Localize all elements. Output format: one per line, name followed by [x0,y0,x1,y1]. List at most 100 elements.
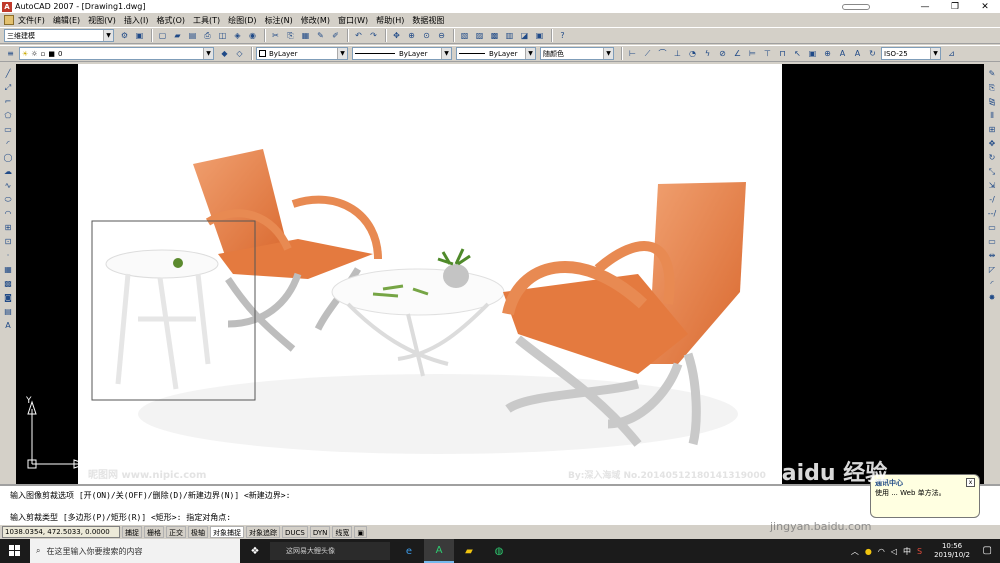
polygon-icon[interactable]: ⬠ [2,110,14,122]
polyline-icon[interactable]: ⌐ [2,96,14,108]
taskview-icon[interactable]: ❖ [240,539,270,563]
erase-icon[interactable]: ✎ [986,68,998,80]
multiline-text-icon[interactable]: A [2,320,14,332]
menu-insert[interactable]: 插入(I) [124,15,149,26]
tool-palettes-icon[interactable]: ▩ [488,29,501,42]
linear-dimension-icon[interactable]: ⊢ [626,47,639,60]
wifi-icon[interactable]: ◠ [878,547,885,556]
layer-manager-icon[interactable]: ≡ [4,47,17,60]
circle-icon[interactable]: ◯ [2,152,14,164]
document-icon[interactable] [4,15,14,25]
workspace-save-icon[interactable]: ▣ [133,29,146,42]
properties-icon[interactable]: ▧ [458,29,471,42]
lineweight-toggle[interactable]: 线宽 [332,526,353,538]
break-icon[interactable]: ▭ [986,236,998,248]
arc-length-icon[interactable]: ⌒ [656,47,669,60]
block-editor-icon[interactable]: ✐ [329,29,342,42]
array-icon[interactable]: ⊞ [986,124,998,136]
point-icon[interactable]: · [2,250,14,262]
menu-dataview[interactable]: 数据视图 [412,15,444,26]
angular-dimension-icon[interactable]: ∠ [731,47,744,60]
paste-icon[interactable]: ▦ [299,29,312,42]
model-space-icon[interactable]: ▣ [354,526,368,538]
snap-toggle[interactable]: 捕捉 [122,526,142,538]
baseline-dimension-icon[interactable]: ⊤ [761,47,774,60]
center-mark-icon[interactable]: ⊕ [821,47,834,60]
hatch-icon[interactable]: ▦ [2,264,14,276]
jogged-dimension-icon[interactable]: ϟ [701,47,714,60]
make-block-icon[interactable]: ⊡ [2,236,14,248]
layer-previous-icon[interactable]: ◇ [233,47,246,60]
chevron-up-icon[interactable]: ︿ [851,546,859,557]
start-button[interactable] [0,539,30,563]
break-at-point-icon[interactable]: ▭ [986,222,998,234]
publish-icon[interactable]: ◈ [231,29,244,42]
aligned-dimension-icon[interactable]: ⟋ [641,47,654,60]
volume-icon[interactable]: ◁ [891,547,897,556]
grid-toggle[interactable]: 栅格 [144,526,164,538]
security-icon[interactable]: ● [865,547,872,556]
zoom-realtime-icon[interactable]: ⊕ [405,29,418,42]
radius-dimension-icon[interactable]: ◔ [686,47,699,60]
autocad-app-icon[interactable]: A [2,1,12,12]
command-prompt-line[interactable]: 输入剪裁类型 [多边形(P)/矩形(R)] <矩形>: 指定对角点: [10,512,231,523]
ellipse-arc-icon[interactable]: ◠ [2,208,14,220]
maximize-button[interactable]: ❐ [940,2,970,12]
taskbar-ie-window[interactable]: 这网易大鲤头像 [270,542,390,560]
menu-view[interactable]: 视图(V) [88,15,116,26]
construction-line-icon[interactable]: ⤢ [2,82,14,94]
help-icon[interactable]: ? [556,29,569,42]
stretch-icon[interactable]: ⇲ [986,180,998,192]
rotate-icon[interactable]: ↻ [986,152,998,164]
copy-icon[interactable]: ⎘ [284,29,297,42]
polar-toggle[interactable]: 极轴 [188,526,208,538]
tolerance-icon[interactable]: ▣ [806,47,819,60]
trim-icon[interactable]: -/ [986,194,998,206]
scale-icon[interactable]: ⤡ [986,166,998,178]
inserted-raster-image[interactable]: 昵图网 www.nipic.com By:深入海域 No.20140512180… [78,64,782,484]
lineweight-control-select[interactable]: ByLayer ▼ [456,47,536,60]
dyn-toggle[interactable]: DYN [309,526,331,538]
quick-leader-icon[interactable]: ↖ [791,47,804,60]
revision-cloud-icon[interactable]: ☁ [2,166,14,178]
menu-draw[interactable]: 绘图(D) [228,15,256,26]
make-current-layer-icon[interactable]: ◆ [218,47,231,60]
ime-indicator[interactable]: 中 [903,546,911,557]
gradient-icon[interactable]: ▩ [2,278,14,290]
preview-icon[interactable]: ◫ [216,29,229,42]
menu-tools[interactable]: 工具(T) [193,15,220,26]
sogou-icon[interactable]: S [917,547,922,556]
3d-dwf-icon[interactable]: ◉ [246,29,259,42]
command-window[interactable]: 输入图像剪裁选项 [开(ON)/关(OFF)/删除(D)/新建边界(N)] <新… [0,484,1000,524]
layer-select[interactable]: ☀ ☼ ▫ ■ 0 ▼ [19,47,214,60]
notification-icon[interactable]: ▢ [983,545,992,556]
explode-icon[interactable]: ✸ [986,292,998,304]
dimension-text-edit-icon[interactable]: A [851,47,864,60]
quickcalc-icon[interactable]: ▣ [533,29,546,42]
arc-icon[interactable]: ◜ [2,138,14,150]
ordinate-dimension-icon[interactable]: ⊥ [671,47,684,60]
open-file-icon[interactable]: ▰ [171,29,184,42]
menu-edit[interactable]: 编辑(E) [53,15,80,26]
coordinate-readout[interactable]: 1038.0354, 472.5033, 0.0000 [2,526,120,538]
new-file-icon[interactable]: ▢ [156,29,169,42]
linetype-control-select[interactable]: ByLayer ▼ [352,47,452,60]
file-explorer-icon[interactable]: ▰ [454,539,484,563]
dimstyle-select[interactable]: ISO-25 ▼ [881,47,941,60]
design-center-icon[interactable]: ▨ [473,29,486,42]
copy-object-icon[interactable]: ⎘ [986,82,998,94]
pan-icon[interactable]: ✥ [390,29,403,42]
ducs-toggle[interactable]: DUCS [282,526,308,538]
menu-help[interactable]: 帮助(H) [376,15,404,26]
redo-icon[interactable]: ↷ [367,29,380,42]
minimize-button[interactable]: — [910,2,940,12]
ortho-toggle[interactable]: 正交 [166,526,186,538]
save-file-icon[interactable]: ▤ [186,29,199,42]
diameter-dimension-icon[interactable]: ⊘ [716,47,729,60]
close-button[interactable]: ✕ [970,2,1000,12]
autocad-taskbar-icon[interactable]: A [424,539,454,563]
table-icon[interactable]: ▤ [2,306,14,318]
taskbar-clock[interactable]: 10:56 2019/10/2 [934,542,970,560]
ellipse-icon[interactable]: ⬭ [2,194,14,206]
zoom-previous-icon[interactable]: ⊖ [435,29,448,42]
